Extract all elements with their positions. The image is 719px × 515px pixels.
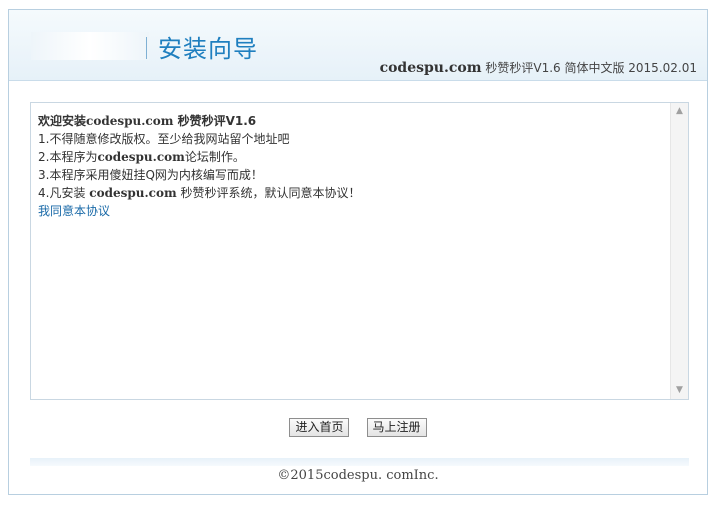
scroll-down-icon[interactable]: ▼	[671, 382, 688, 399]
installer-window: 安装向导 codespu.com 秒赞秒评V1.6 简体中文版 2015.02.…	[8, 9, 708, 495]
license-line-3: 3.本程序采用傻妞挂Q网为内核编写而成！	[38, 168, 263, 182]
footer-bar	[30, 458, 689, 466]
license-line-1: 1.不得随意修改版权。至少给我网站留个地址吧	[38, 132, 290, 146]
register-button[interactable]: 马上注册	[366, 418, 427, 437]
header-divider	[146, 37, 147, 59]
scroll-up-icon[interactable]: ▲	[671, 103, 688, 120]
scrollbar[interactable]: ▲ ▼	[670, 103, 688, 399]
license-agreement-box[interactable]: 欢迎安装codespu.com 秒赞秒评V1.6 1.不得随意修改版权。至少给我…	[30, 102, 689, 400]
agree-link[interactable]: 我同意本协议	[38, 202, 668, 220]
page-title: 安装向导	[158, 35, 258, 63]
license-text: 欢迎安装codespu.com 秒赞秒评V1.6 1.不得随意修改版权。至少给我…	[38, 112, 668, 220]
logo	[31, 32, 149, 60]
header: 安装向导 codespu.com 秒赞秒评V1.6 简体中文版 2015.02.…	[9, 10, 707, 81]
site-name: codespu.com	[379, 60, 482, 76]
version-info: codespu.com 秒赞秒评V1.6 简体中文版 2015.02.01	[380, 59, 697, 76]
copyright: ©2015codespu. comInc.	[277, 468, 439, 483]
home-button[interactable]: 进入首页	[289, 418, 350, 437]
license-line-2: 2.本程序为codespu.com论坛制作。	[38, 150, 245, 164]
action-buttons: 进入首页 马上注册	[9, 416, 707, 437]
product-version: 秒赞秒评V1.6 简体中文版 2015.02.01	[485, 61, 697, 75]
welcome-line: 欢迎安装codespu.com 秒赞秒评V1.6	[38, 114, 257, 128]
license-line-4: 4.凡安装 codespu.com 秒赞秒评系统，默认同意本协议！	[38, 186, 361, 200]
